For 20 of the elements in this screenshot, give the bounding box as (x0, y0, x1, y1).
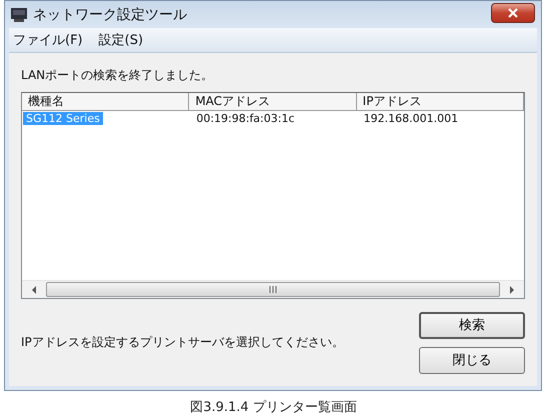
window-title: ネットワーク設定ツール (33, 6, 187, 24)
table-cell[interactable]: 192.168.001.001 (358, 112, 462, 125)
figure-caption: 図3.9.1.4 プリンター覧画面 (189, 399, 358, 416)
column-header[interactable]: 機種名 (22, 93, 190, 110)
scroll-left-icon[interactable] (30, 286, 38, 294)
close-icon[interactable] (507, 8, 519, 18)
menu-item[interactable]: 設定(S) (98, 31, 144, 49)
dialog-button[interactable]: 検索 (419, 312, 525, 338)
status-message: LANポートの検索を終了しました。 (21, 67, 214, 84)
instruction-text: IPアドレスを設定するプリントサーバを選択してください。 (21, 334, 344, 351)
column-header[interactable]: MACアドレス (189, 93, 357, 110)
dialog-button[interactable]: 閉じる (419, 346, 525, 374)
table-cell[interactable]: 00:19:98:fa:03:1c (190, 112, 298, 125)
scroll-thumb[interactable] (46, 282, 500, 297)
column-header[interactable]: IPアドレス (356, 93, 524, 110)
horizontal-scrollbar[interactable] (22, 280, 524, 298)
app-icon (11, 8, 27, 22)
menu-item[interactable]: ファイル(F) (13, 31, 83, 49)
scroll-right-icon[interactable] (508, 286, 516, 294)
close-button[interactable] (491, 3, 535, 23)
